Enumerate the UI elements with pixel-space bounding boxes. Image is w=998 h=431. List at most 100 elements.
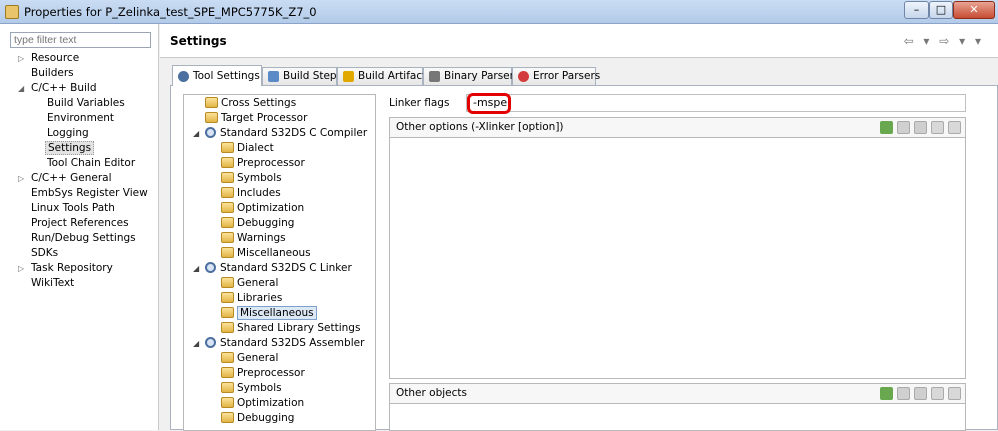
tree-item[interactable]: Debugging — [221, 216, 294, 231]
tab-build-artifact[interactable]: Build Artifact — [337, 67, 427, 85]
nav-item-label: Tool Chain Editor — [47, 157, 136, 169]
nav-item-embsys-register-view[interactable]: EmbSys Register View — [31, 186, 148, 201]
tree-item[interactable]: Symbols — [221, 381, 282, 396]
nav-item-sdks[interactable]: SDKs — [31, 246, 58, 261]
move-up-icon[interactable] — [931, 121, 944, 134]
nav-item-cpp-general[interactable]: ▷ C/C++ General — [18, 171, 112, 186]
tree-item-label: Warnings — [237, 232, 286, 244]
nav-item-run-debug-settings[interactable]: Run/Debug Settings — [31, 231, 136, 246]
tree-item[interactable]: Miscellaneous — [221, 246, 311, 261]
tree-item[interactable]: Shared Library Settings — [221, 321, 360, 336]
folder-icon — [221, 382, 234, 393]
tree-item[interactable]: Optimization — [221, 396, 304, 411]
folder-icon — [205, 112, 218, 123]
move-down-icon[interactable] — [948, 121, 961, 134]
tree-item[interactable]: Preprocessor — [221, 366, 305, 381]
folder-icon — [221, 202, 234, 213]
edit-icon[interactable] — [914, 121, 927, 134]
tab-label: Error Parsers — [533, 70, 601, 82]
tree-item[interactable]: Symbols — [221, 171, 282, 186]
tree-item[interactable]: Libraries — [221, 291, 282, 306]
minimize-button[interactable]: – — [904, 1, 929, 19]
history-nav-icons[interactable]: ⇦ ▾ ⇨ ▾ ▾ — [904, 34, 984, 48]
tree-item-label: Standard S32DS Assembler — [220, 337, 365, 349]
tab-binary-parsers[interactable]: Binary Parsers — [423, 67, 519, 85]
move-up-icon[interactable] — [931, 387, 944, 400]
nav-item-logging[interactable]: Logging — [47, 126, 89, 141]
folder-icon — [221, 352, 234, 363]
folder-icon — [221, 217, 234, 228]
linker-flags-input[interactable]: -mspe — [466, 94, 966, 112]
nav-item-label: Logging — [47, 127, 89, 139]
tree-item-label: Standard S32DS C Compiler — [220, 127, 368, 139]
tool-settings-panel: Cross Settings Target Processor ◢ Standar… — [170, 85, 998, 431]
nav-item-wikitext[interactable]: WikiText — [31, 276, 74, 291]
expander-icon[interactable]: ▷ — [18, 171, 28, 186]
nav-item-build-variables[interactable]: Build Variables — [47, 96, 125, 111]
maximize-button[interactable]: □ — [929, 1, 953, 19]
tree-item-selected[interactable]: Miscellaneous — [221, 306, 317, 321]
tab-tool-settings[interactable]: Tool Settings — [172, 65, 262, 86]
title-bar: Properties for P_Zelinka_test_SPE_MPC577… — [0, 0, 998, 24]
folder-icon — [221, 172, 234, 183]
tree-item-label: Includes — [237, 187, 281, 199]
move-down-icon[interactable] — [948, 387, 961, 400]
nav-item-environment[interactable]: Environment — [47, 111, 114, 126]
delete-icon[interactable] — [897, 387, 910, 400]
nav-item-task-repository[interactable]: ▷ Task Repository — [18, 261, 113, 276]
tab-error-parsers[interactable]: Error Parsers — [512, 67, 600, 85]
tab-label: Build Artifact — [358, 70, 427, 82]
tree-item[interactable]: Target Processor — [205, 111, 307, 126]
add-icon[interactable] — [880, 387, 893, 400]
tree-item[interactable]: Dialect — [221, 141, 274, 156]
folder-icon — [221, 142, 234, 153]
tree-item-label: Miscellaneous — [237, 247, 311, 259]
nav-item-tool-chain-editor[interactable]: Tool Chain Editor — [47, 156, 135, 171]
expander-icon[interactable]: ▷ — [18, 261, 28, 276]
tree-item[interactable]: Optimization — [221, 201, 304, 216]
tree-item[interactable]: ◢ Standard S32DS C Linker — [193, 261, 352, 276]
nav-item-resource[interactable]: ▷ Resource — [18, 51, 79, 66]
tree-item-label: Optimization — [237, 397, 305, 409]
add-icon[interactable] — [880, 121, 893, 134]
tree-item[interactable]: Warnings — [221, 231, 286, 246]
other-objects-header: Other objects — [390, 384, 965, 404]
nav-item-project-references[interactable]: Project References — [31, 216, 129, 231]
filter-input[interactable] — [10, 32, 151, 48]
tree-item[interactable]: Cross Settings — [205, 96, 296, 111]
close-button[interactable]: ✕ — [953, 1, 995, 19]
tree-item[interactable]: Preprocessor — [221, 156, 305, 171]
nav-item-label: Settings — [45, 141, 95, 155]
tab-label: Build Steps — [283, 70, 343, 82]
expander-icon[interactable]: ◢ — [193, 126, 199, 141]
tree-item-label: Libraries — [237, 292, 283, 304]
tab-build-steps[interactable]: Build Steps — [262, 67, 342, 85]
tree-item[interactable]: ◢ Standard S32DS C Compiler — [193, 126, 368, 141]
gear-icon — [205, 262, 216, 273]
delete-icon[interactable] — [897, 121, 910, 134]
expander-icon[interactable]: ◢ — [193, 261, 199, 276]
folder-icon — [221, 187, 234, 198]
settings-page: Settings ⇦ ▾ ⇨ ▾ ▾ Tool Settings Build S… — [160, 24, 998, 431]
page-header: Settings ⇦ ▾ ⇨ ▾ ▾ — [160, 24, 998, 58]
tree-item-label: Shared Library Settings — [237, 322, 361, 334]
tree-item[interactable]: General — [221, 276, 278, 291]
highlight-annotation — [467, 93, 511, 114]
nav-item-cpp-build[interactable]: ◢ C/C++ Build — [18, 81, 97, 96]
tree-item[interactable]: ◢ Standard S32DS Assembler — [193, 336, 365, 351]
tree-item[interactable]: General — [221, 351, 278, 366]
other-options-group: Other options (-Xlinker [option]) — [389, 117, 966, 379]
page-title: Settings — [170, 34, 227, 48]
expander-icon[interactable]: ▷ — [18, 51, 28, 66]
tree-item[interactable]: Debugging — [221, 411, 294, 426]
gear-icon — [205, 127, 216, 138]
tree-item[interactable]: Includes — [221, 186, 281, 201]
expander-icon[interactable]: ◢ — [18, 81, 28, 96]
nav-item-builders[interactable]: Builders — [31, 66, 74, 81]
nav-item-label: Environment — [47, 112, 115, 124]
nav-item-linux-tools-path[interactable]: Linux Tools Path — [31, 201, 115, 216]
tree-item-label: Optimization — [237, 202, 305, 214]
edit-icon[interactable] — [914, 387, 927, 400]
nav-item-settings[interactable]: Settings — [45, 141, 95, 156]
expander-icon[interactable]: ◢ — [193, 336, 199, 351]
